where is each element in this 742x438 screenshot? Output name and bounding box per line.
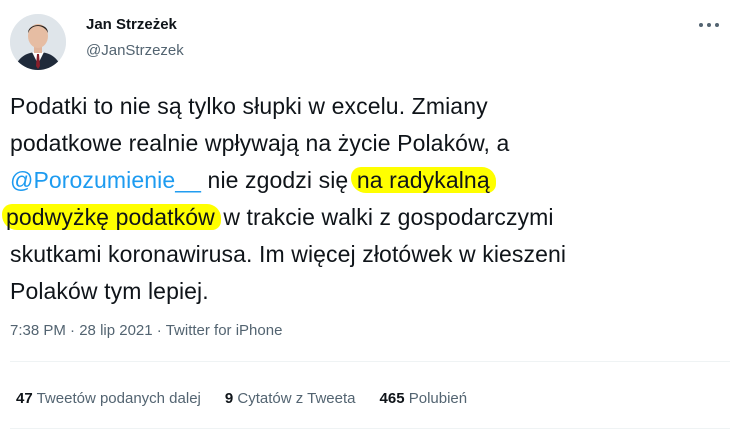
highlight-marker: na radykalną	[350, 167, 496, 193]
retweets-stat[interactable]: 47 Tweetów podanych dalej	[16, 390, 201, 407]
more-dots-icon[interactable]	[697, 20, 721, 30]
author-handle[interactable]: @JanStrzezek	[86, 42, 184, 59]
tweet-date[interactable]: 28 lip 2021	[79, 322, 152, 339]
tweet-text-fragment: nie zgodzi się	[201, 167, 355, 193]
meta-separator: ·	[152, 322, 166, 339]
likes-count: 465	[379, 390, 405, 407]
tweet-line: podatkowe realnie wpływają na życie Pola…	[10, 130, 510, 156]
retweets-label: Tweetów podanych dalej	[36, 390, 201, 407]
tweet-text-fragment: w trakcie walki z gospodarczymi	[216, 204, 554, 230]
tweet-line: Podatki to nie są tylko słupki w excelu.…	[10, 93, 488, 119]
mention-link[interactable]: @Porozumienie__	[10, 167, 201, 193]
avatar-photo	[10, 14, 66, 70]
divider	[10, 428, 730, 429]
highlight-marker: podwyżkę podatków	[2, 204, 221, 230]
meta-separator: ·	[65, 322, 80, 339]
author-name[interactable]: Jan Strzeżek	[86, 16, 177, 33]
tweet-line: podwyżkę podatków w trakcie walki z gosp…	[2, 199, 710, 236]
divider	[10, 361, 730, 362]
tweet-line: skutkami koronawirusa. Im więcej złotówe…	[10, 241, 567, 267]
quotes-label: Cytatów z Tweeta	[237, 390, 356, 407]
likes-stat[interactable]: 465 Polubień	[380, 390, 468, 407]
tweet-time[interactable]: 7:38 PM	[10, 322, 66, 339]
tweet-line: @Porozumienie__ nie zgodzi się na radyka…	[10, 162, 710, 199]
tweet-stats: 47 Tweetów podanych dalej 9 Cytatów z Tw…	[16, 390, 491, 407]
tweet-source[interactable]: Twitter for iPhone	[166, 322, 283, 339]
likes-label: Polubień	[408, 390, 468, 407]
retweets-count: 47	[16, 390, 33, 407]
avatar[interactable]	[10, 14, 66, 70]
tweet-line: Polaków tym lepiej.	[10, 278, 209, 304]
tweet-text: Podatki to nie są tylko słupki w excelu.…	[2, 88, 710, 310]
quotes-stat[interactable]: 9 Cytatów z Tweeta	[225, 390, 356, 407]
tweet-meta: 7:38 PM · 28 lip 2021 · Twitter for iPho…	[10, 322, 282, 339]
quotes-count: 9	[224, 390, 234, 407]
